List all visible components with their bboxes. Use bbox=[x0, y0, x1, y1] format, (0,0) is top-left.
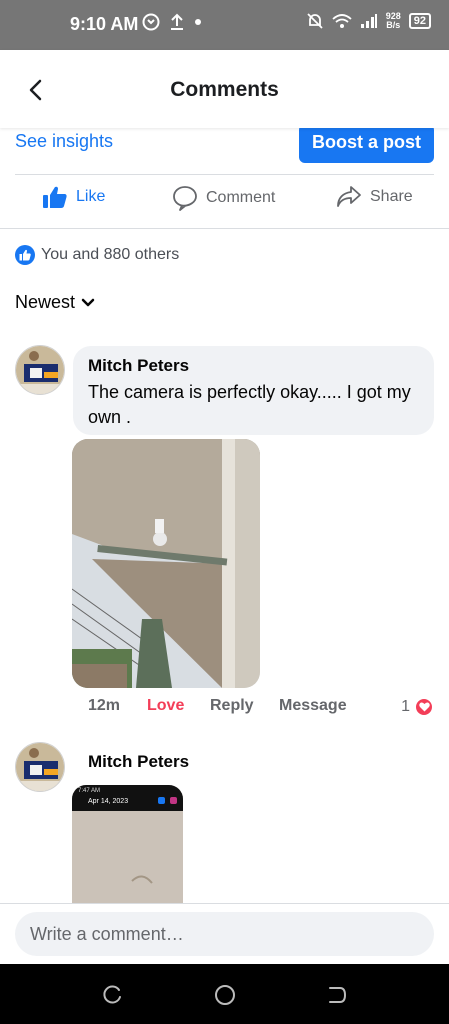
avatar[interactable] bbox=[15, 742, 65, 792]
instagram-icon bbox=[170, 797, 177, 804]
chevron-down-icon bbox=[81, 298, 95, 306]
signal-icon bbox=[360, 14, 377, 28]
comment-time: 12m bbox=[88, 697, 121, 714]
message-button[interactable]: Message bbox=[279, 697, 347, 715]
comment-photo[interactable] bbox=[72, 439, 260, 688]
comment-composer bbox=[0, 903, 449, 964]
net-speed-unit: B/s bbox=[386, 20, 401, 30]
status-icons-right: 928 B/s 92 bbox=[306, 12, 431, 30]
sort-dropdown[interactable]: Newest bbox=[15, 292, 95, 313]
page-title: Comments bbox=[170, 78, 279, 101]
share-label: Share bbox=[370, 188, 413, 205]
reaction-count[interactable]: 1 bbox=[401, 697, 434, 717]
back-nav-button[interactable] bbox=[326, 984, 348, 1006]
comment-bubble[interactable]: Mitch Peters The camera is perfectly oka… bbox=[73, 346, 434, 435]
avatar[interactable] bbox=[15, 345, 65, 395]
comment-bubble-icon bbox=[173, 186, 197, 211]
home-button[interactable] bbox=[214, 984, 236, 1006]
like-label: Like bbox=[76, 188, 106, 205]
mute-icon bbox=[307, 13, 323, 29]
share-button[interactable]: Share bbox=[336, 185, 413, 209]
back-nav-icon bbox=[329, 987, 347, 1003]
wifi-icon bbox=[332, 14, 352, 28]
comment-label: Comment bbox=[206, 189, 276, 206]
like-button[interactable]: Like bbox=[42, 185, 105, 209]
facebook-icon bbox=[158, 797, 165, 804]
reaction-summary[interactable]: You and 880 others bbox=[15, 245, 179, 265]
comment-input[interactable] bbox=[15, 912, 434, 956]
thumb-status-time: 7:47 AM bbox=[78, 788, 101, 794]
upload-icon bbox=[171, 13, 183, 30]
divider bbox=[15, 174, 434, 175]
see-insights-link[interactable]: See insights bbox=[15, 131, 113, 152]
comment-author[interactable]: Mitch Peters bbox=[88, 356, 419, 376]
comment-author[interactable]: Mitch Peters bbox=[88, 752, 189, 772]
sort-label: Newest bbox=[15, 292, 76, 312]
reply-button[interactable]: Reply bbox=[210, 697, 254, 715]
system-nav-bar bbox=[0, 964, 449, 1024]
like-reaction-icon bbox=[15, 245, 35, 265]
dot-icon bbox=[195, 19, 201, 25]
comment-photo[interactable]: 7:47 AM Apr 14, 2023 bbox=[72, 785, 183, 903]
recent-apps-icon bbox=[103, 985, 121, 1004]
share-arrow-icon bbox=[337, 186, 361, 207]
status-bar: 9:10 AM 928 B/s 92 bbox=[0, 0, 449, 50]
post-action-row: Like Comment Share bbox=[0, 185, 449, 221]
status-icons-left bbox=[142, 13, 202, 31]
net-speed: 928 B/s bbox=[386, 12, 401, 30]
header: Comments bbox=[0, 50, 449, 128]
thumb-status-strip: 7:47 AM Apr 14, 2023 bbox=[72, 785, 183, 811]
whatsapp-icon bbox=[142, 13, 160, 31]
reaction-count-text: 1 bbox=[401, 698, 410, 715]
boost-post-button[interactable]: Boost a post bbox=[299, 124, 434, 163]
thumbs-up-icon bbox=[43, 186, 67, 208]
heart-icon bbox=[414, 697, 434, 717]
comment-button[interactable]: Comment bbox=[172, 185, 275, 211]
divider bbox=[0, 228, 449, 229]
home-circle-icon bbox=[215, 985, 235, 1005]
reaction-summary-text: You and 880 others bbox=[41, 246, 180, 263]
status-time: 9:10 AM bbox=[70, 14, 139, 34]
comment-meta-row: 12m Love Reply Message 1 bbox=[88, 697, 438, 719]
love-reaction-button[interactable]: Love bbox=[147, 697, 184, 715]
battery-icon: 92 bbox=[408, 13, 431, 29]
recent-apps-button[interactable] bbox=[101, 984, 123, 1006]
comment-text: The camera is perfectly okay..... I got … bbox=[88, 382, 411, 427]
